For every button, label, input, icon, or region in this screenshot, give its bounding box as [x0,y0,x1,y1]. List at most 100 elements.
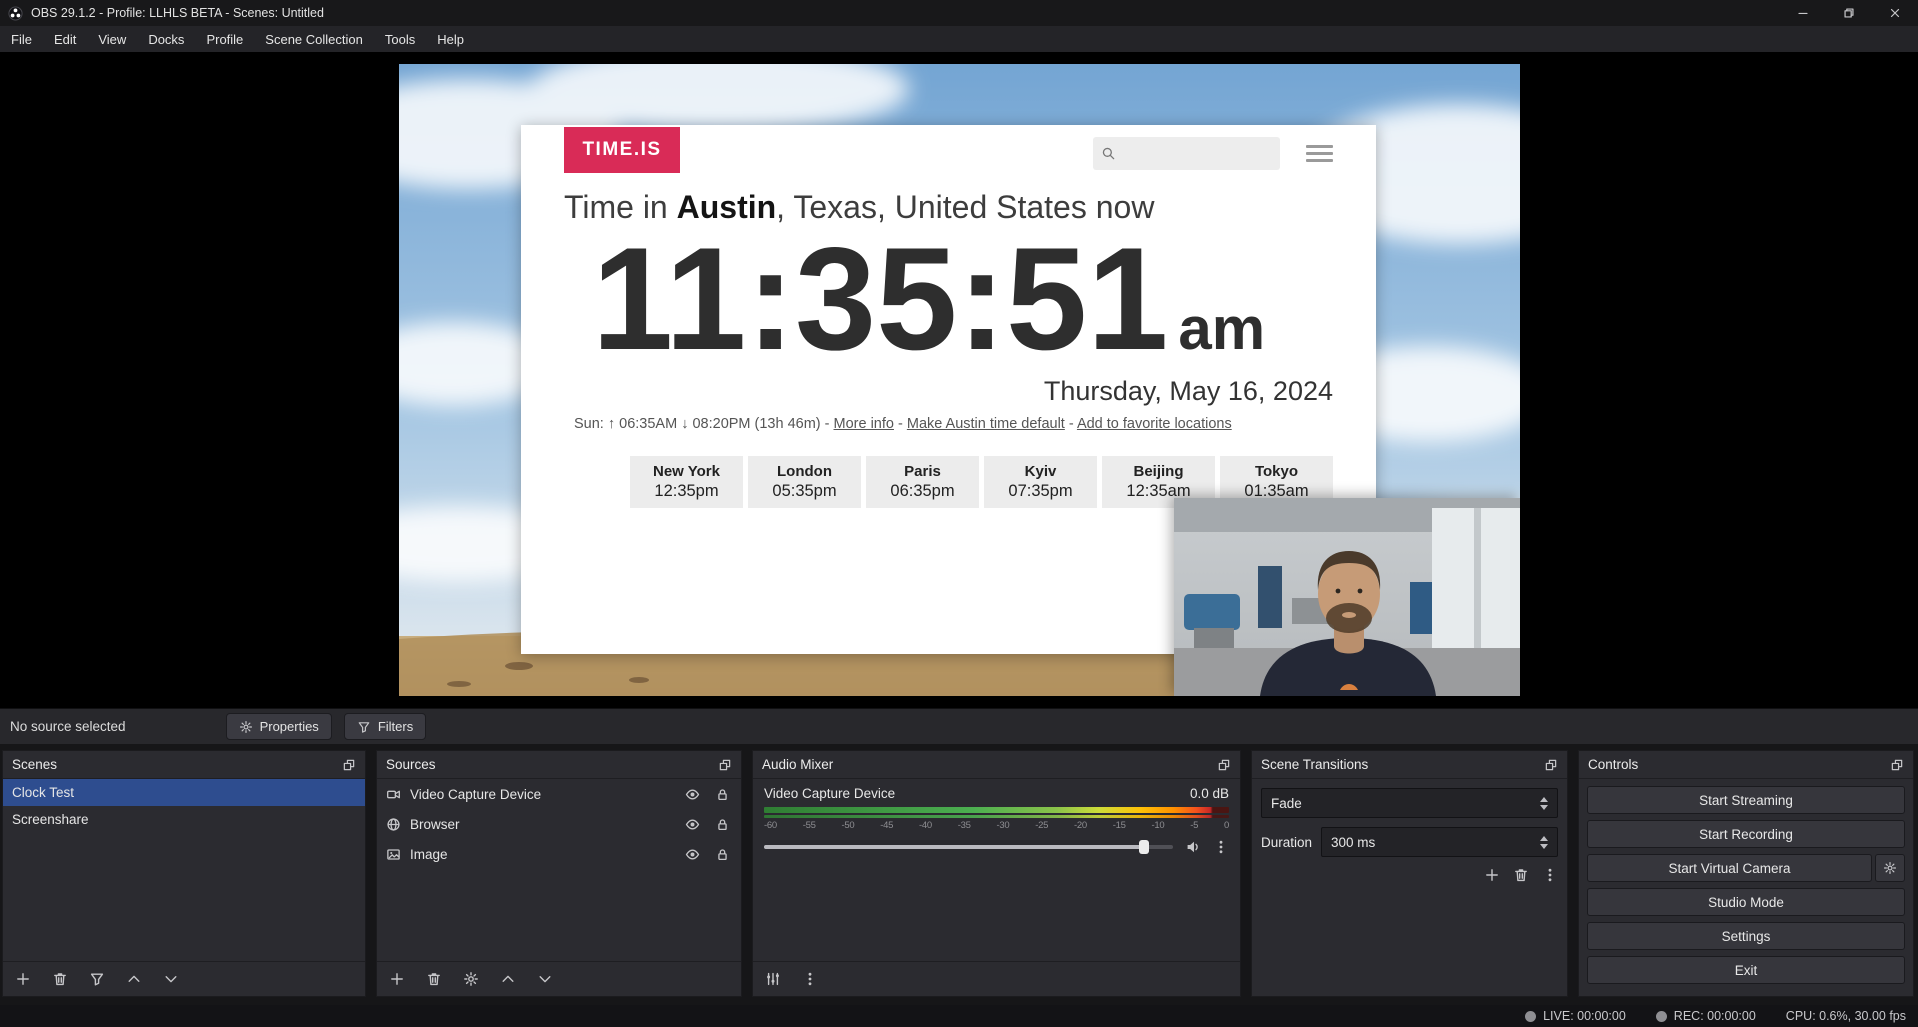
start-recording-button[interactable]: Start Recording [1587,820,1905,848]
window-title: OBS 29.1.2 - Profile: LLHLS BETA - Scene… [31,6,324,20]
filter-icon [357,720,371,734]
lock-icon[interactable] [715,847,730,862]
source-label: Image [410,847,676,862]
menu-tools[interactable]: Tools [374,26,426,52]
duration-value: 300 ms [1331,835,1375,850]
volume-slider[interactable] [764,845,1173,849]
duration-label: Duration [1261,835,1312,850]
duration-input[interactable]: 300 ms [1321,827,1558,857]
add-scene-button[interactable] [15,971,31,987]
menu-profile[interactable]: Profile [195,26,254,52]
properties-label: Properties [260,719,319,734]
scale-tick: -25 [1035,820,1048,831]
live-status: LIVE: 00:00:00 [1525,1009,1626,1023]
move-source-up-button[interactable] [500,971,516,987]
move-scene-down-button[interactable] [163,971,179,987]
source-item-video-capture-device[interactable]: Video Capture Device [377,779,741,809]
filters-button[interactable]: Filters [344,713,426,740]
city-name: New York [638,463,735,480]
start-streaming-button[interactable]: Start Streaming [1587,786,1905,814]
scale-tick: -30 [997,820,1010,831]
start-virtual-camera-button[interactable]: Start Virtual Camera [1587,854,1872,882]
webcam-overlay [1174,498,1520,696]
sources-popout-icon[interactable] [718,758,732,772]
lock-icon[interactable] [715,787,730,802]
timeis-logo: TIME.IS [564,127,680,173]
scale-tick: -60 [764,820,777,831]
transitions-popout-icon[interactable] [1544,758,1558,772]
city-card: Kyiv07:35pm [984,456,1097,508]
close-button[interactable] [1872,0,1918,26]
add-transition-button[interactable] [1484,867,1500,883]
city-time: 05:35pm [756,482,853,501]
transition-select[interactable]: Fade [1261,788,1558,818]
city-card: London05:35pm [748,456,861,508]
virtual-camera-settings-button[interactable] [1875,854,1905,882]
cpu-fps-stats: CPU: 0.6%, 30.00 fps [1786,1009,1906,1023]
menu-view[interactable]: View [87,26,137,52]
menu-help[interactable]: Help [426,26,475,52]
sun-times: Sun: ↑ 06:35AM ↓ 08:20PM (13h 46m) - [574,416,834,432]
program-video[interactable]: TIME.IS Time in Austin, Texas, United St… [399,64,1520,696]
menu-file[interactable]: File [0,26,43,52]
source-item-browser[interactable]: Browser [377,809,741,839]
globe-icon [386,817,401,832]
scale-tick: -55 [803,820,816,831]
menu-docks[interactable]: Docks [137,26,195,52]
source-properties-button[interactable] [463,971,479,987]
scene-transitions-panel: Scene Transitions Fade Duration 300 ms [1251,750,1568,997]
transition-value: Fade [1271,796,1302,811]
scene-filters-button[interactable] [89,971,105,987]
scenes-popout-icon[interactable] [342,758,356,772]
menu-scene-collection[interactable]: Scene Collection [254,26,374,52]
scenes-toolbar [3,961,365,996]
minimize-button[interactable] [1780,0,1826,26]
scene-item-clock-test[interactable]: Clock Test [3,779,365,806]
studio-mode-button[interactable]: Studio Mode [1587,888,1905,916]
remove-transition-button[interactable] [1513,867,1529,883]
live-time: LIVE: 00:00:00 [1543,1009,1626,1023]
add-favorite-link: Add to favorite locations [1077,416,1232,432]
rec-status: REC: 00:00:00 [1656,1009,1756,1023]
lock-icon[interactable] [715,817,730,832]
dock-row: Scenes Clock Test Screenshare Sources [0,744,1918,1005]
hamburger-menu-icon [1306,145,1333,162]
audio-mixer-panel-title: Audio Mixer [762,757,833,772]
separator: - [894,416,907,432]
scene-item-screenshare[interactable]: Screenshare [3,806,365,833]
add-source-button[interactable] [389,971,405,987]
volume-slider-handle[interactable] [1139,840,1149,854]
move-source-down-button[interactable] [537,971,553,987]
exit-button[interactable]: Exit [1587,956,1905,984]
channel-options-dots-icon[interactable] [1213,839,1229,855]
controls-popout-icon[interactable] [1890,758,1904,772]
visibility-eye-icon[interactable] [685,817,700,832]
advanced-audio-button[interactable] [765,971,781,987]
city-time: 06:35pm [874,482,971,501]
menu-edit[interactable]: Edit [43,26,87,52]
sources-panel: Sources Video Capture Device Browser [376,750,742,997]
maximize-button[interactable] [1826,0,1872,26]
audio-options-dots-icon[interactable] [802,971,818,987]
source-item-image[interactable]: Image [377,839,741,869]
mixer-db-value: 0.0 dB [1190,786,1229,801]
source-label: Browser [410,817,676,832]
transition-options-dots-icon[interactable] [1542,867,1558,883]
rec-time: REC: 00:00:00 [1674,1009,1756,1023]
scale-tick: -10 [1152,820,1165,831]
move-scene-up-button[interactable] [126,971,142,987]
audio-mixer-popout-icon[interactable] [1217,758,1231,772]
settings-button[interactable]: Settings [1587,922,1905,950]
status-bar: LIVE: 00:00:00 REC: 00:00:00 CPU: 0.6%, … [0,1005,1918,1027]
scale-tick: -40 [919,820,932,831]
visibility-eye-icon[interactable] [685,847,700,862]
mute-speaker-icon[interactable] [1185,839,1201,855]
remove-scene-button[interactable] [52,971,68,987]
visibility-eye-icon[interactable] [685,787,700,802]
live-indicator-icon [1525,1011,1536,1022]
properties-button[interactable]: Properties [226,713,332,740]
source-status-text: No source selected [10,719,126,734]
gear-icon [239,720,253,734]
sun-info-line: Sun: ↑ 06:35AM ↓ 08:20PM (13h 46m) - Mor… [564,416,1333,432]
remove-source-button[interactable] [426,971,442,987]
